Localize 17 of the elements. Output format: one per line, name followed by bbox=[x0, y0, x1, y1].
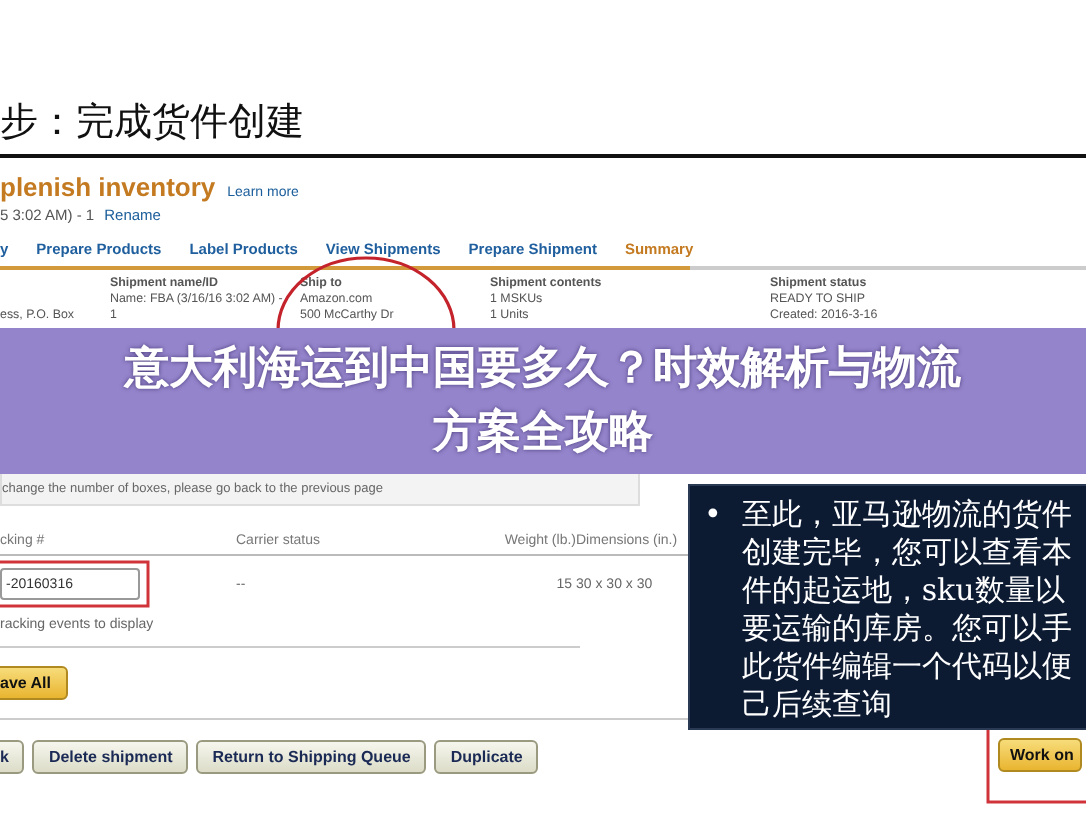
note-text-line: 己后续查询 bbox=[741, 686, 894, 724]
action-button[interactable]: Return to Shipping Queue bbox=[196, 740, 427, 774]
slide-title: 步：完成货件创建 bbox=[0, 98, 306, 148]
note-text-line: 要运输的库房。您可以手 bbox=[741, 610, 1072, 648]
save-all-button[interactable]: ave All bbox=[0, 666, 67, 700]
note-text-line: 此货件编辑一个代码以便 bbox=[741, 648, 1072, 686]
action-button[interactable]: k bbox=[0, 740, 25, 774]
note-text-line: 至此，亚马逊物流的货件 bbox=[741, 496, 1072, 534]
banner-headline: 方案全攻略 bbox=[433, 405, 653, 461]
action-button[interactable]: Delete shipment bbox=[32, 740, 189, 774]
work-on-button[interactable]: Work on bbox=[998, 738, 1082, 772]
page-title: plenish inventory bbox=[0, 174, 216, 202]
note-text-line: 创建完毕，您可以查看本 bbox=[741, 534, 1072, 572]
note-text-line: 件的起运地，sku数量以 bbox=[741, 572, 1067, 610]
bullet: • bbox=[704, 496, 722, 536]
banner-headline: 意大利海运到中国要多久？时效解析与物流 bbox=[125, 341, 961, 397]
action-button[interactable]: Duplicate bbox=[434, 740, 539, 774]
